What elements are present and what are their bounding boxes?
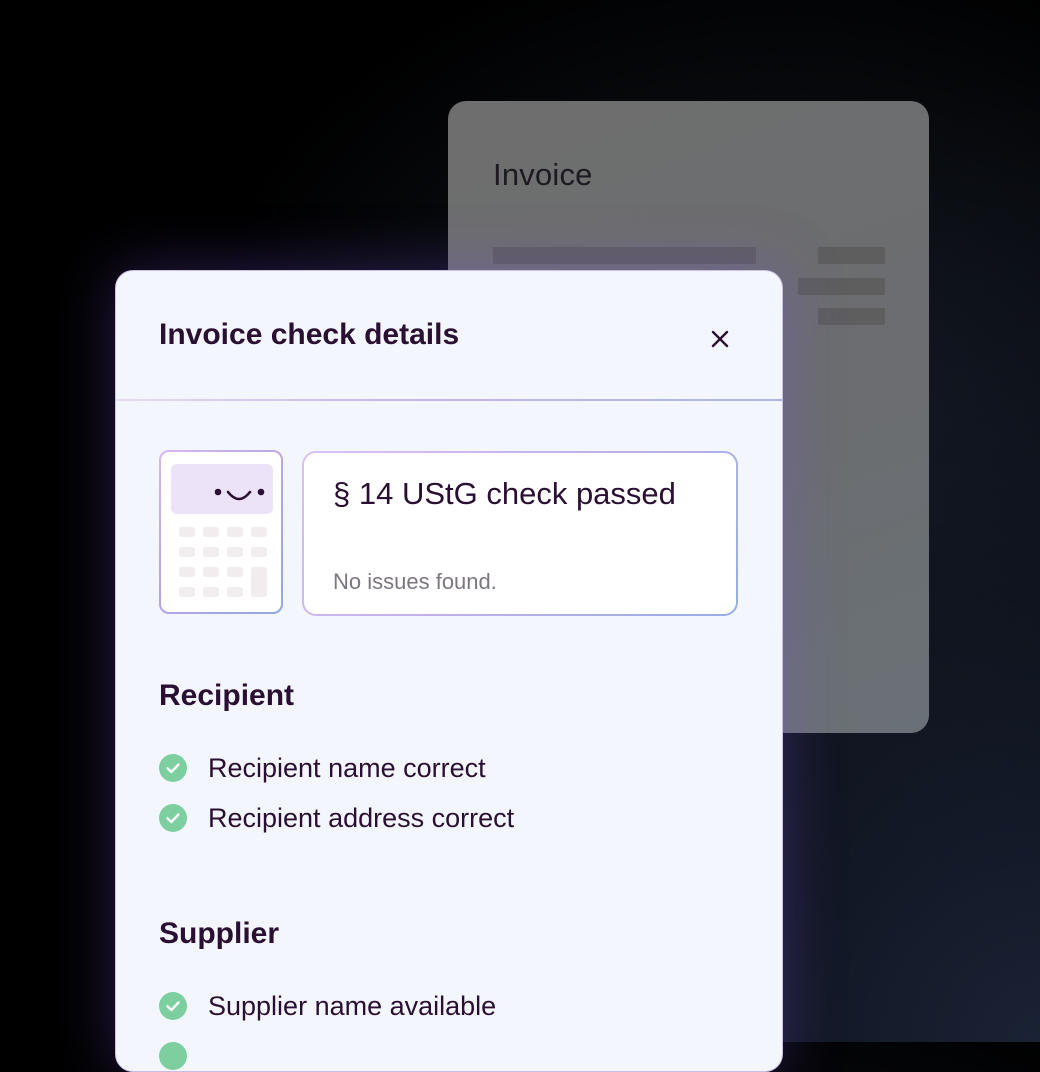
check-item-label: Recipient address correct <box>208 802 515 833</box>
placeholder-line <box>818 308 885 325</box>
status-subtitle: No issues found. <box>333 569 497 594</box>
modal-header: Invoice check details <box>116 271 782 401</box>
check-item-label: Supplier name available <box>208 990 497 1021</box>
section-heading-supplier: Supplier <box>159 917 280 950</box>
check-item: Recipient name correct <box>159 751 486 785</box>
check-circle-icon <box>159 1042 187 1070</box>
calculator-smile-icon <box>171 464 273 597</box>
header-divider <box>116 399 782 401</box>
check-circle-icon <box>159 992 187 1020</box>
invoice-check-modal: Invoice check details § 14 UStG check pa… <box>115 270 783 1072</box>
close-icon <box>711 330 729 348</box>
status-title: § 14 UStG check passed <box>333 476 676 511</box>
status-illustration <box>159 450 283 614</box>
check-item: Supplier name available <box>159 989 496 1023</box>
placeholder-line <box>818 247 885 264</box>
modal-title: Invoice check details <box>159 318 460 351</box>
close-button[interactable] <box>700 319 740 359</box>
check-circle-icon <box>159 754 187 782</box>
background-invoice-title: Invoice <box>493 157 593 192</box>
placeholder-line <box>493 247 756 264</box>
check-circle-icon <box>159 804 187 832</box>
check-status-box: § 14 UStG check passed No issues found. <box>302 451 738 616</box>
check-item-partial <box>159 1039 187 1071</box>
placeholder-line <box>798 278 885 295</box>
section-heading-recipient: Recipient <box>159 679 295 712</box>
check-item: Recipient address correct <box>159 801 514 835</box>
check-item-label: Recipient name correct <box>208 752 486 783</box>
